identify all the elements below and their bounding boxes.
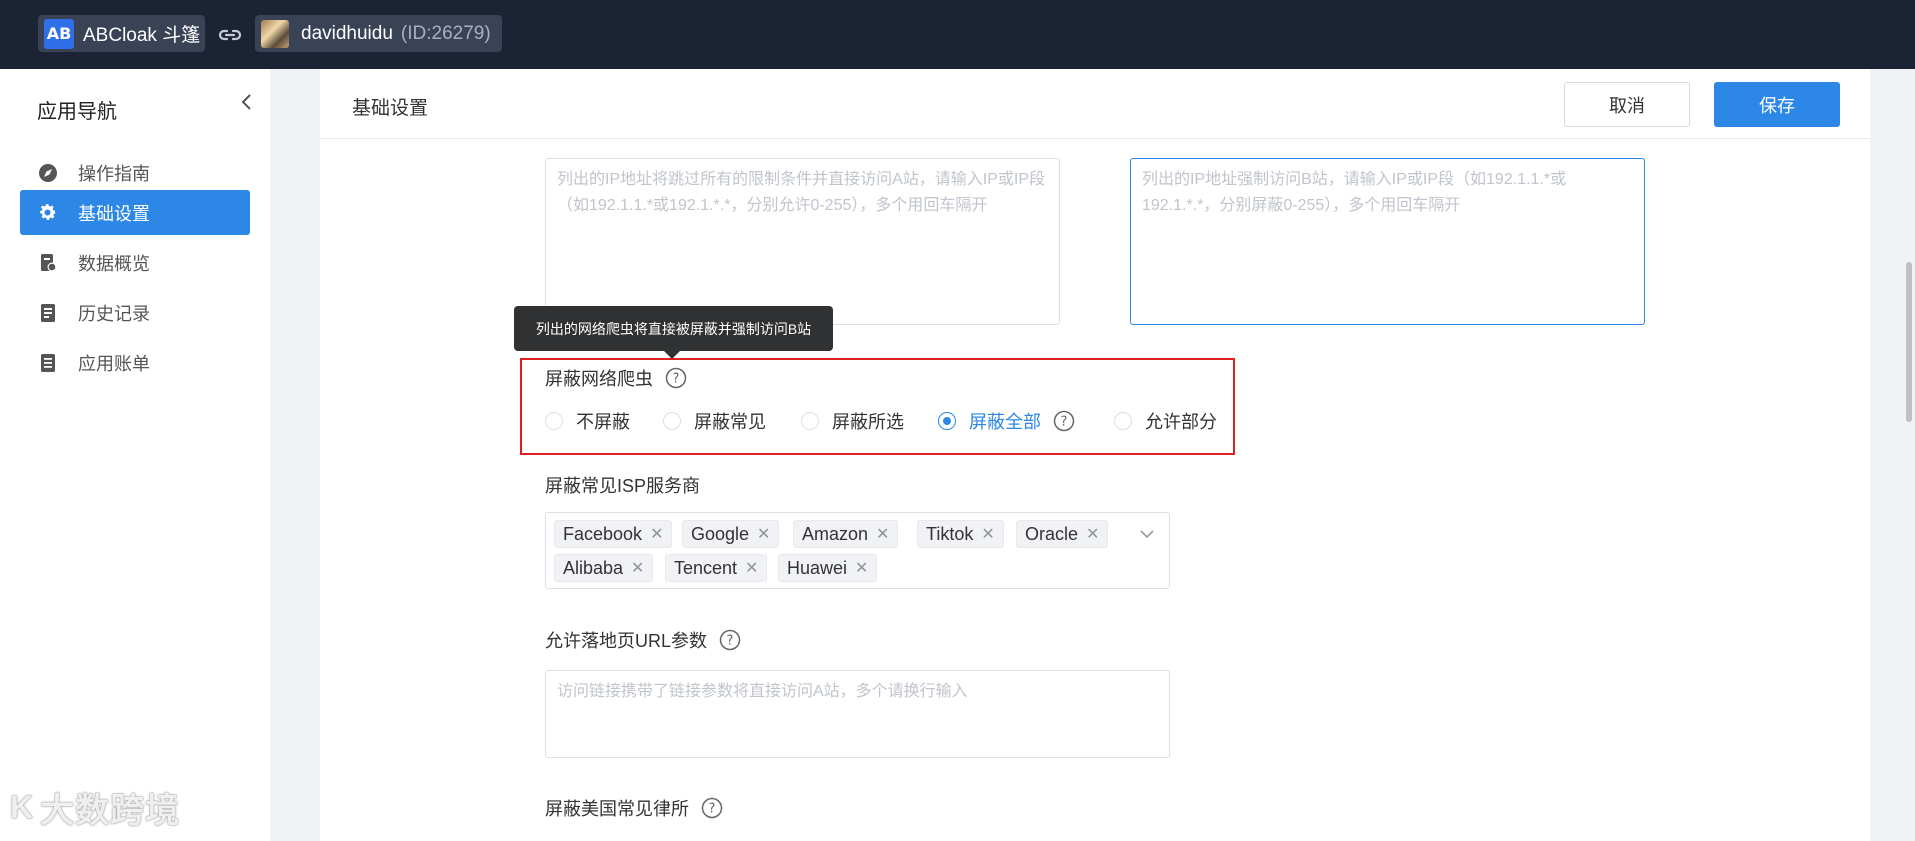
- tag-label: Facebook: [563, 523, 643, 544]
- close-icon[interactable]: ✕: [745, 558, 758, 578]
- radio-label: 屏蔽全部: [969, 412, 1041, 432]
- gear-icon: [37, 202, 58, 223]
- help-icon[interactable]: ?: [701, 797, 723, 819]
- app-switcher[interactable]: AB ABCloak 斗篷: [38, 15, 205, 52]
- svg-text:?: ?: [709, 802, 716, 817]
- radio-label: 不屏蔽: [576, 412, 630, 432]
- sidebar-item-history[interactable]: 历史记录: [20, 290, 250, 335]
- isp-tag: Oracle ✕: [1016, 520, 1109, 548]
- page-title: 基础设置: [352, 98, 429, 119]
- close-icon[interactable]: ✕: [876, 524, 889, 544]
- sidebar-item-label: 基础设置: [78, 203, 150, 224]
- cancel-button[interactable]: 取消: [1564, 82, 1690, 127]
- ip-blacklist-textarea[interactable]: 列出的IP地址强制访问B站，请输入IP或IP段（如192.1.1.*或192.1…: [1130, 158, 1645, 325]
- radio-no-block[interactable]: 不屏蔽: [545, 408, 630, 434]
- tooltip: 列出的网络爬虫将直接被屏蔽并强制访问B站: [514, 306, 833, 359]
- user-id: (ID:26279): [400, 22, 491, 44]
- radio-label: 屏蔽常见: [694, 412, 766, 432]
- tag-label: Huawei: [787, 557, 848, 578]
- close-icon[interactable]: ✕: [650, 524, 663, 544]
- tag-label: Tencent: [674, 557, 738, 578]
- isp-tag: Tiktok ✕: [917, 520, 1004, 548]
- panel-header: 基础设置 取消 保存: [320, 69, 1870, 139]
- radio-circle: [1114, 412, 1132, 430]
- close-icon[interactable]: ✕: [981, 524, 994, 544]
- sidebar-item-label: 操作指南: [78, 163, 150, 184]
- radio-block-all[interactable]: 屏蔽全部 ?: [938, 408, 1075, 434]
- compass-icon: [37, 162, 58, 183]
- top-bar: AB ABCloak 斗篷 davidhuidu (ID:26279): [0, 0, 1915, 69]
- app-logo: AB: [44, 18, 74, 49]
- sidebar-item-label: 数据概览: [78, 253, 150, 274]
- isp-tag: Facebook ✕: [554, 520, 673, 548]
- radio-label: 屏蔽所选: [832, 412, 904, 432]
- ip-whitelist-textarea[interactable]: 列出的IP地址将跳过所有的限制条件并直接访问A站，请输入IP或IP段（如192.…: [545, 158, 1060, 325]
- watermark: K 大数跨境: [10, 782, 260, 832]
- url-params-field: 允许落地页URL参数 ?: [545, 627, 741, 653]
- isp-label: 屏蔽常见ISP服务商: [545, 476, 701, 496]
- sidebar-item-guide[interactable]: 操作指南: [20, 150, 250, 195]
- svg-text:?: ?: [673, 372, 680, 387]
- radio-allow-some[interactable]: 允许部分: [1114, 408, 1217, 434]
- sidebar-item-label: 应用账单: [78, 353, 150, 374]
- crawler-field: 屏蔽网络爬虫 ?: [545, 365, 687, 391]
- crawler-label: 屏蔽网络爬虫: [545, 369, 653, 389]
- svg-text:?: ?: [1061, 415, 1068, 430]
- isp-tag: Google ✕: [682, 520, 780, 548]
- nav-title: 应用导航: [37, 101, 117, 123]
- bill-icon: [37, 352, 58, 373]
- radio-circle: [801, 412, 819, 430]
- radio-circle: [663, 412, 681, 430]
- isp-tag: Huawei ✕: [778, 554, 878, 582]
- law-firms-label: 屏蔽美国常见律所: [545, 799, 689, 819]
- radio-circle: [545, 412, 563, 430]
- tag-label: Alibaba: [563, 557, 624, 578]
- tag-label: Tiktok: [926, 523, 974, 544]
- isp-field: 屏蔽常见ISP服务商: [545, 472, 700, 498]
- radio-label: 允许部分: [1145, 412, 1217, 432]
- save-button[interactable]: 保存: [1714, 82, 1840, 127]
- account-switcher[interactable]: davidhuidu (ID:26279): [255, 15, 502, 52]
- chevron-down-icon[interactable]: [1139, 529, 1155, 539]
- avatar: [261, 19, 289, 48]
- user-name: davidhuidu: [301, 22, 393, 44]
- radio-circle: [938, 412, 956, 430]
- isp-multiselect[interactable]: Facebook ✕ Google ✕ Amazon ✕ Tiktok ✕ Oracle…: [545, 512, 1170, 589]
- close-icon[interactable]: ✕: [855, 558, 868, 578]
- help-icon[interactable]: ?: [1053, 410, 1075, 432]
- help-icon[interactable]: ?: [665, 367, 687, 389]
- close-icon[interactable]: ✕: [631, 558, 644, 578]
- law-firms-field: 屏蔽美国常见律所 ?: [545, 795, 723, 821]
- app-name: ABCloak 斗篷: [83, 25, 201, 46]
- svg-text:?: ?: [727, 634, 734, 649]
- isp-tag: Alibaba ✕: [554, 554, 654, 582]
- link-icon[interactable]: [217, 22, 243, 48]
- tag-label: Google: [691, 523, 750, 544]
- sidebar-item-billing[interactable]: 应用账单: [20, 340, 250, 385]
- url-params-textarea[interactable]: 访问链接携带了链接参数将直接访问A站，多个请换行输入: [545, 670, 1170, 758]
- sidebar-item-settings[interactable]: 基础设置: [20, 190, 250, 235]
- sidebar-item-overview[interactable]: 数据概览: [20, 240, 250, 285]
- document-icon: [37, 302, 58, 323]
- radio-block-selected[interactable]: 屏蔽所选: [801, 408, 904, 434]
- close-icon[interactable]: ✕: [757, 524, 770, 544]
- chevron-left-icon[interactable]: [239, 93, 253, 111]
- help-icon[interactable]: ?: [719, 629, 741, 651]
- isp-tag: Amazon ✕: [793, 520, 899, 548]
- watermark-text: 大数跨境: [40, 791, 181, 830]
- isp-tag: Tencent ✕: [665, 554, 768, 582]
- scrollbar[interactable]: [1906, 262, 1912, 422]
- url-params-label: 允许落地页URL参数: [545, 631, 708, 651]
- sidebar-item-label: 历史记录: [78, 303, 150, 324]
- close-icon[interactable]: ✕: [1086, 524, 1099, 544]
- tag-label: Oracle: [1025, 523, 1079, 544]
- chart-icon: [37, 252, 58, 273]
- tag-label: Amazon: [802, 523, 869, 544]
- radio-block-common[interactable]: 屏蔽常见: [663, 408, 766, 434]
- crawler-radio-group: 不屏蔽 屏蔽常见 屏蔽所选 屏蔽全部 ? 允许部分: [545, 408, 1245, 432]
- watermark-logo: K: [10, 788, 35, 825]
